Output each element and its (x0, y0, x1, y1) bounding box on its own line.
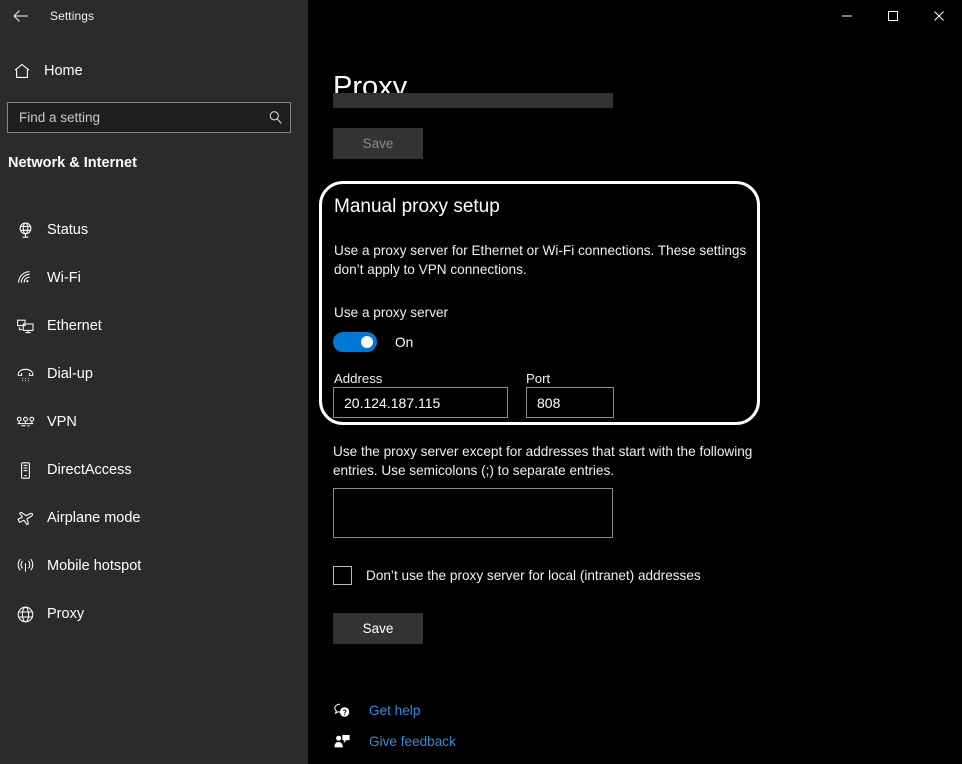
sidebar-item-dial-up[interactable]: Dial-up (0, 350, 308, 398)
local-addresses-checkbox[interactable] (333, 566, 352, 585)
main-content: Proxy Save Manual proxy setup Use a prox… (308, 0, 962, 764)
wifi-icon (5, 269, 45, 288)
save-button-bottom[interactable]: Save (333, 613, 423, 644)
sidebar-item-label: Wi-Fi (47, 270, 81, 286)
give-feedback-label: Give feedback (369, 734, 456, 749)
sidebar-item-label: DirectAccess (47, 462, 132, 478)
sidebar-item-label: Status (47, 222, 89, 238)
use-proxy-server-toggle-row[interactable]: On (333, 332, 413, 352)
ethernet-icon (5, 317, 45, 336)
sidebar-item-home[interactable]: Home (0, 56, 308, 86)
toggle-knob (361, 336, 373, 348)
local-addresses-checkbox-label: Don’t use the proxy server for local (in… (366, 568, 701, 583)
port-input[interactable] (526, 387, 614, 418)
sidebar-item-label: Ethernet (47, 318, 102, 334)
sidebar-item-label: Mobile hotspot (47, 558, 142, 574)
maximize-button[interactable] (870, 0, 916, 32)
hotspot-icon (5, 557, 45, 576)
address-label: Address (334, 371, 383, 386)
exceptions-description: Use the proxy server except for addresse… (333, 444, 753, 478)
get-help-link[interactable]: Get help (333, 695, 456, 726)
use-proxy-server-label: Use a proxy server (334, 305, 449, 320)
close-button[interactable] (916, 0, 962, 32)
vpn-icon (5, 413, 45, 432)
sidebar-home-label: Home (44, 63, 83, 79)
search-box[interactable] (7, 102, 291, 133)
help-links: Get help Give feedback (333, 695, 456, 757)
give-feedback-link[interactable]: Give feedback (333, 726, 456, 757)
port-label: Port (526, 371, 551, 386)
sidebar-item-status[interactable]: Status (0, 206, 308, 254)
proxy-globe-icon (5, 605, 45, 624)
feedback-person-icon (333, 733, 361, 750)
save-button-top[interactable]: Save (333, 128, 423, 159)
airplane-icon (5, 509, 45, 528)
home-icon (0, 62, 44, 80)
use-proxy-server-toggle[interactable] (333, 332, 377, 352)
sidebar-item-label: VPN (47, 414, 77, 430)
sidebar-item-proxy[interactable]: Proxy (0, 590, 308, 638)
sidebar-item-directaccess[interactable]: DirectAccess (0, 446, 308, 494)
truncated-setup-script-field[interactable] (333, 93, 613, 108)
manual-proxy-setup-description: Use a proxy server for Ethernet or Wi-Fi… (334, 243, 747, 277)
sidebar-item-airplane-mode[interactable]: Airplane mode (0, 494, 308, 542)
back-arrow-icon[interactable] (0, 0, 42, 32)
sidebar-item-label: Dial-up (47, 366, 93, 382)
get-help-label: Get help (369, 703, 421, 718)
title-bar: Settings (0, 0, 962, 32)
title-bar-left: Settings (0, 0, 308, 32)
sidebar-item-label: Airplane mode (47, 510, 141, 526)
sidebar-item-label: Proxy (47, 606, 85, 622)
app-title: Settings (50, 9, 95, 23)
sidebar-category-header: Network & Internet (8, 155, 137, 171)
window-controls (308, 0, 962, 32)
toggle-state-label: On (395, 334, 414, 350)
manual-proxy-setup-title: Manual proxy setup (334, 196, 500, 217)
local-addresses-checkbox-row[interactable]: Don’t use the proxy server for local (in… (333, 566, 701, 585)
address-input[interactable] (333, 387, 508, 418)
directaccess-icon (5, 461, 45, 480)
search-input[interactable] (8, 109, 260, 126)
minimize-button[interactable] (824, 0, 870, 32)
search-icon[interactable] (260, 110, 290, 125)
sidebar-item-ethernet[interactable]: Ethernet (0, 302, 308, 350)
exceptions-textarea[interactable] (333, 488, 613, 538)
sidebar: Home Network & Internet Status (0, 0, 308, 764)
sidebar-item-vpn[interactable]: VPN (0, 398, 308, 446)
sidebar-nav-list: Status Wi-Fi Ethernet Dial-up VPN Direct… (0, 206, 308, 638)
sidebar-item-wifi[interactable]: Wi-Fi (0, 254, 308, 302)
help-bubble-icon (333, 702, 361, 719)
dialup-phone-icon (5, 365, 45, 384)
status-globe-icon (5, 221, 45, 240)
sidebar-item-mobile-hotspot[interactable]: Mobile hotspot (0, 542, 308, 590)
